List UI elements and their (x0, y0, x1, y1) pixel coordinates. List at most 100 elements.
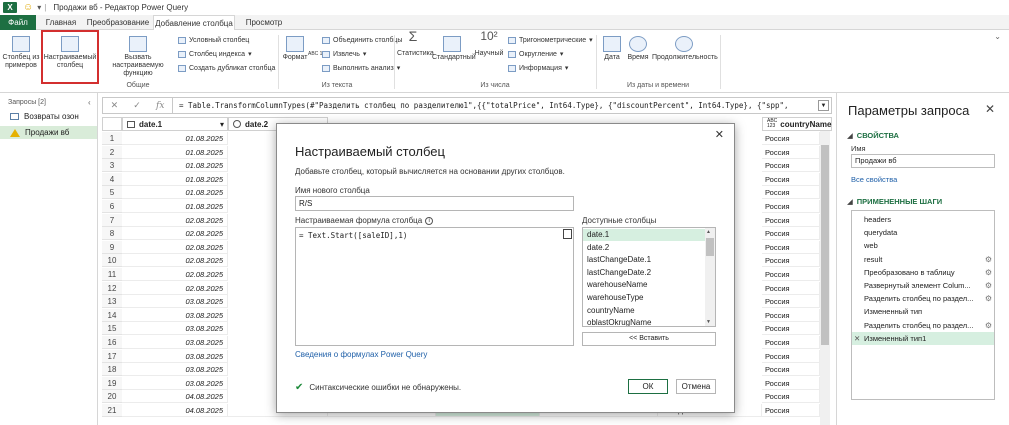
grid-corner[interactable] (102, 117, 122, 131)
collapse-icon[interactable]: ‹ (88, 98, 91, 107)
query-item[interactable]: Продажи вб (0, 126, 97, 139)
row-number[interactable]: 9 (102, 240, 122, 254)
cell-date1[interactable]: 03.08.2025 (122, 336, 228, 349)
cell-countryname[interactable]: Россия (762, 172, 820, 186)
cell-date1[interactable]: 03.08.2025 (122, 308, 228, 322)
time-button[interactable]: Время (626, 36, 650, 62)
cell-date1[interactable]: 01.08.2025 (122, 159, 228, 173)
cell-date1[interactable]: 02.08.2025 (122, 268, 228, 281)
row-number[interactable]: 11 (102, 268, 122, 281)
cell-date1[interactable]: 03.08.2025 (122, 322, 228, 336)
applied-step[interactable]: Разделить столбец по раздел... ⚙ (852, 319, 994, 332)
merge-columns-button[interactable]: Объединить столбцы (322, 35, 402, 45)
row-number[interactable]: 10 (102, 254, 122, 268)
cell-date1[interactable]: 01.08.2025 (122, 172, 228, 186)
applied-step[interactable]: Разделить столбец по раздел... ⚙ (852, 292, 994, 305)
formula-editor[interactable]: = Text.Start([saleID],1) (295, 227, 574, 346)
cell-countryname[interactable]: Россия (762, 390, 820, 404)
tab-home[interactable]: Главная (38, 15, 84, 30)
applied-step[interactable]: web (852, 239, 994, 252)
all-properties-link[interactable]: Все свойства (851, 175, 897, 184)
row-number[interactable]: 17 (102, 349, 122, 363)
row-number[interactable]: 5 (102, 186, 122, 200)
cell-countryname[interactable]: Россия (762, 213, 820, 227)
cell-date1[interactable]: 02.08.2025 (122, 227, 228, 241)
cell-countryname[interactable]: Россия (762, 268, 820, 281)
row-number[interactable]: 20 (102, 390, 122, 404)
applied-step[interactable]: Преобразовано в таблицу ⚙ (852, 266, 994, 279)
available-column-item[interactable]: date.1 (583, 229, 705, 241)
cell-date1[interactable]: 03.08.2025 (122, 295, 228, 309)
cell-countryname[interactable]: Россия (762, 349, 820, 363)
cell-date1[interactable]: 04.08.2025 (122, 390, 228, 404)
scroll-up-icon[interactable]: ▲ (706, 229, 711, 235)
cell-countryname[interactable]: Россия (762, 363, 820, 377)
scrollbar-thumb[interactable] (706, 238, 714, 256)
parse-button[interactable]: Выполнить анализ ▾ (322, 63, 400, 73)
available-column-item[interactable]: lastChangeDate.1 (583, 254, 705, 266)
column-header-date1[interactable]: date.1 ▾ (122, 117, 228, 131)
tab-file[interactable]: Файл (0, 15, 36, 30)
new-column-name-input[interactable]: R/S (295, 196, 574, 211)
cell-countryname[interactable]: Россия (762, 132, 820, 145)
format-button[interactable]: Формат (282, 36, 308, 62)
row-number[interactable]: 8 (102, 227, 122, 241)
query-item[interactable]: Возвраты озон (0, 110, 97, 123)
cell-date1[interactable]: 01.08.2025 (122, 200, 228, 213)
cell-countryname[interactable]: Россия (762, 376, 820, 390)
row-number[interactable]: 19 (102, 376, 122, 390)
tab-transform[interactable]: Преобразование (86, 15, 150, 30)
cell-date1[interactable]: 01.08.2025 (122, 186, 228, 200)
close-icon[interactable]: ✕ (715, 128, 724, 141)
close-icon[interactable]: ✕ (985, 102, 995, 116)
applied-steps-section[interactable]: ◢ ПРИМЕНЕННЫЕ ШАГИ (847, 197, 942, 206)
applied-step[interactable]: headers (852, 213, 994, 226)
cell-countryname[interactable]: Россия (762, 240, 820, 254)
date-button[interactable]: Дата (600, 36, 624, 62)
insert-button[interactable]: << Вставить (582, 332, 716, 346)
rounding-button[interactable]: Округление ▾ (508, 49, 563, 59)
applied-step[interactable]: Измененный тип (852, 305, 994, 318)
row-number[interactable]: 18 (102, 363, 122, 377)
quick-access-dropdown-icon[interactable]: ▾ (37, 3, 41, 12)
cell-countryname[interactable]: Россия (762, 281, 820, 295)
info-icon[interactable]: i (425, 216, 434, 225)
formula-help-link[interactable]: Сведения о формулах Power Query (295, 350, 427, 359)
cell-countryname[interactable]: Россия (762, 254, 820, 268)
row-number[interactable]: 12 (102, 281, 122, 295)
column-from-examples-button[interactable]: Столбец из примеров (2, 36, 40, 70)
applied-step[interactable]: Развернутый элемент Colum... ⚙ (852, 279, 994, 292)
available-column-item[interactable]: oblastOkrugName (583, 317, 705, 326)
cell-date1[interactable]: 02.08.2025 (122, 240, 228, 254)
applied-step[interactable]: ✕ Измененный тип1 (852, 331, 994, 345)
duplicate-column-button[interactable]: Создать дубликат столбца (178, 63, 275, 73)
scientific-button[interactable]: 10² Научный (473, 30, 505, 58)
cell-countryname[interactable]: Россия (762, 227, 820, 241)
filter-dropdown-icon[interactable]: ▾ (220, 120, 224, 129)
chevron-down-icon[interactable]: ▼ (818, 100, 829, 111)
row-number[interactable]: 15 (102, 322, 122, 336)
row-number[interactable]: 13 (102, 295, 122, 309)
list-scrollbar[interactable]: ▲ ▼ (705, 228, 715, 326)
cancel-icon[interactable]: ✕ (111, 100, 119, 111)
gear-icon[interactable]: ⚙ (985, 266, 992, 279)
cell-date1[interactable]: 01.08.2025 (122, 132, 228, 145)
cell-countryname[interactable]: Россия (762, 145, 820, 159)
extract-button[interactable]: Извлечь ▾ (322, 49, 366, 59)
cell-date1[interactable]: 03.08.2025 (122, 363, 228, 377)
row-number[interactable]: 7 (102, 213, 122, 227)
cell-countryname[interactable]: Россия (762, 336, 820, 349)
grid-vertical-scrollbar[interactable] (820, 131, 830, 425)
scrollbar-thumb[interactable] (821, 145, 829, 345)
standard-button[interactable]: Стандартный (432, 36, 476, 62)
cell-date1[interactable]: 02.08.2025 (122, 254, 228, 268)
information-button[interactable]: Информация ▾ (508, 63, 568, 73)
cell-date1[interactable]: 02.08.2025 (122, 281, 228, 295)
invoke-custom-function-button[interactable]: Вызвать настраиваемую функцию (100, 36, 176, 78)
cell-countryname[interactable]: Россия (762, 295, 820, 309)
tab-add-column[interactable]: Добавление столбца (153, 15, 235, 31)
cell-countryname[interactable]: Россия (762, 159, 820, 173)
available-column-item[interactable]: date.2 (583, 242, 705, 254)
cell-date1[interactable]: 03.08.2025 (122, 376, 228, 390)
gear-icon[interactable]: ⚙ (985, 253, 992, 266)
